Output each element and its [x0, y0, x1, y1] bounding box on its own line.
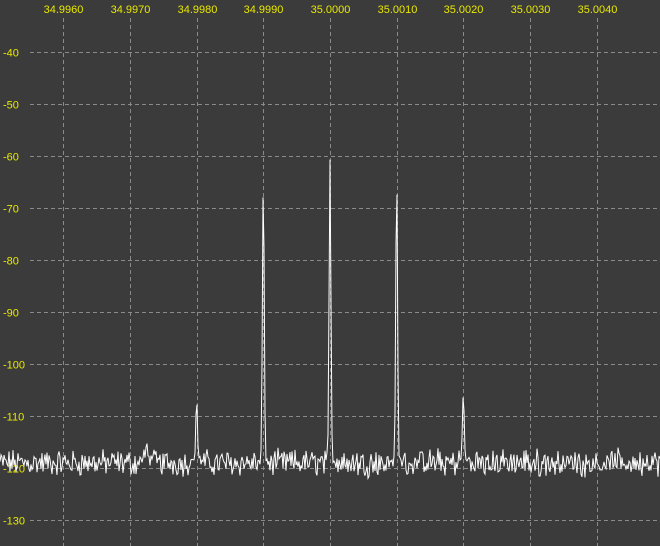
spectrum-analyzer-view: 34.9960 34.9970 34.9980 34.9990 35.0000 35.00…: [0, 0, 660, 546]
y-tick-label-6: -100: [3, 360, 25, 372]
y-tick-label-2: -60: [3, 152, 19, 164]
x-tick-label-4: 35.0000: [311, 4, 351, 16]
x-tick-label-7: 35.0030: [511, 4, 551, 16]
y-tick-label-8: -120: [3, 464, 25, 476]
y-tick-label-9: -130: [3, 516, 25, 528]
x-tick-label-6: 35.0020: [444, 4, 484, 16]
horizontal-grid-lines: [30, 52, 660, 521]
x-tick-label-5: 35.0010: [378, 4, 418, 16]
spectrum-trace: [0, 159, 660, 481]
trace-layer: [0, 159, 660, 481]
y-tick-label-4: -80: [3, 256, 19, 268]
x-tick-label-8: 35.0040: [578, 4, 618, 16]
y-tick-label-5: -90: [3, 308, 19, 320]
x-tick-label-1: 34.9970: [111, 4, 151, 16]
x-tick-label-0: 34.9960: [44, 4, 84, 16]
y-tick-label-3: -70: [3, 204, 19, 216]
spectrum-plot[interactable]: 34.9960 34.9970 34.9980 34.9990 35.0000 35.00…: [0, 0, 660, 546]
y-tick-label-1: -50: [3, 100, 19, 112]
y-tick-label-0: -40: [3, 48, 19, 60]
x-tick-label-2: 34.9980: [178, 4, 218, 16]
level-axis-labels: -40 -50 -60 -70 -80 -90 -100 -110 -120 -130: [3, 48, 25, 528]
frequency-axis-labels: 34.9960 34.9970 34.9980 34.9990 35.0000 35.00…: [44, 4, 618, 16]
y-tick-label-7: -110: [3, 412, 24, 424]
x-tick-label-3: 34.9990: [244, 4, 284, 16]
